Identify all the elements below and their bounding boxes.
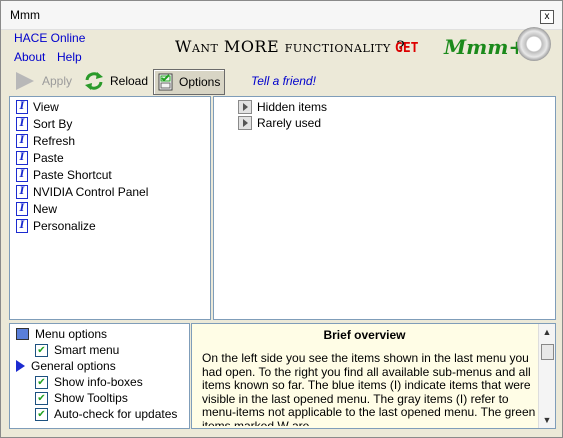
list-item-label: Paste [33,151,64,165]
scroll-up-icon[interactable]: ▲ [541,326,553,338]
overview-text: On the left side you see the items shown… [202,352,536,426]
window-title: Mmm [10,8,40,22]
list-item[interactable]: I Personalize [16,218,96,234]
list-item[interactable]: I Sort By [16,116,72,132]
list-item-label: Paste Shortcut [33,168,112,182]
auto-check-label: Auto-check for updates [54,407,178,421]
menu-items-list[interactable]: I View I Sort By I Refresh I Paste I Pas… [9,96,211,320]
tree-item-label: Rarely used [257,116,322,130]
about-link[interactable]: About [14,50,45,64]
overview-title: Brief overview [323,328,406,342]
smart-menu-label: Smart menu [54,343,120,357]
app-window: Mmm x HACE Online About Help Want MORE f… [0,0,563,438]
item-icon: I [16,219,28,233]
show-info-boxes-checkbox[interactable]: ✔ Show info-boxes [35,374,143,390]
checkmark-icon: ✔ [35,391,48,405]
tree-item-label: Hidden items [257,100,328,114]
menu-options-group[interactable]: Menu options [16,326,107,342]
tree-item-hidden[interactable]: Hidden items [238,99,327,115]
general-options-label: General options [31,359,116,373]
list-item-label: New [33,202,58,216]
reload-label: Reload [110,74,149,88]
menu-options-label: Menu options [35,327,108,341]
show-tooltips-label: Show Tooltips [54,391,128,405]
submenu-folder-icon [238,100,252,114]
options-label: Options [179,75,221,89]
list-item-label: Refresh [33,134,76,148]
options-panel: Menu options ✔ Smart menu General option… [9,323,190,429]
tell-friend-link[interactable]: Tell a friend! [251,74,316,88]
reload-button[interactable]: Reload [79,69,152,93]
overview-panel: Brief overview On the left side you see … [191,323,556,429]
item-icon: I [16,117,28,131]
list-item[interactable]: I New [16,201,57,217]
reload-icon [85,72,103,90]
smart-menu-checkbox[interactable]: ✔ Smart menu [35,342,119,358]
apply-button[interactable]: Apply [9,69,76,93]
item-icon: I [16,185,28,199]
scroll-thumb[interactable] [541,344,554,360]
checkmark-icon: ✔ [35,375,48,389]
general-options-group[interactable]: General options [16,358,116,374]
checkmark-icon: ✔ [35,343,48,357]
arrow-right-icon [16,360,25,372]
item-icon: I [16,151,28,165]
list-item-label: View [33,100,59,114]
monitor-icon [16,328,29,340]
list-item[interactable]: I Paste Shortcut [16,167,112,183]
banner-brand: Mmm+ [444,35,526,59]
tree-item-rarely-used[interactable]: Rarely used [238,115,321,131]
list-item[interactable]: I View [16,99,59,115]
hace-online-link[interactable]: HACE Online [14,31,85,45]
checkmark-icon: ✔ [35,407,48,421]
menu-links: HACE Online About Help [1,31,171,65]
scroll-down-icon[interactable]: ▼ [541,414,553,426]
options-icon [158,73,173,91]
list-item[interactable]: I Refresh [16,133,75,149]
item-icon: I [16,202,28,216]
submenu-tree[interactable]: Hidden items Rarely used [213,96,556,320]
banner-logo-icon [517,27,551,61]
help-link[interactable]: Help [57,50,82,64]
list-item[interactable]: I NVIDIA Control Panel [16,184,148,200]
show-info-boxes-label: Show info-boxes [54,375,143,389]
auto-check-checkbox[interactable]: ✔ Auto-check for updates [35,406,177,422]
title-bar: Mmm x [1,1,562,30]
item-icon: I [16,100,28,114]
options-button[interactable]: Options [153,69,226,95]
submenu-folder-icon [238,116,252,130]
overview-scrollbar[interactable]: ▲ ▼ [538,324,555,428]
list-item-label: Personalize [33,219,96,233]
item-icon: I [16,168,28,182]
list-item-label: Sort By [33,117,73,131]
apply-label: Apply [42,74,73,88]
list-item-label: NVIDIA Control Panel [33,185,149,199]
toolbar: Apply Reload Options Tell a friend! [1,66,562,96]
promo-banner[interactable]: Want MORE functionality ? GET Mmm+ [169,27,559,65]
close-button[interactable]: x [540,10,554,24]
play-icon [16,72,34,90]
banner-get: GET [395,41,419,56]
show-tooltips-checkbox[interactable]: ✔ Show Tooltips [35,390,128,406]
banner-tagline: Want MORE functionality ? [175,37,406,56]
item-icon: I [16,134,28,148]
list-item[interactable]: I Paste [16,150,64,166]
